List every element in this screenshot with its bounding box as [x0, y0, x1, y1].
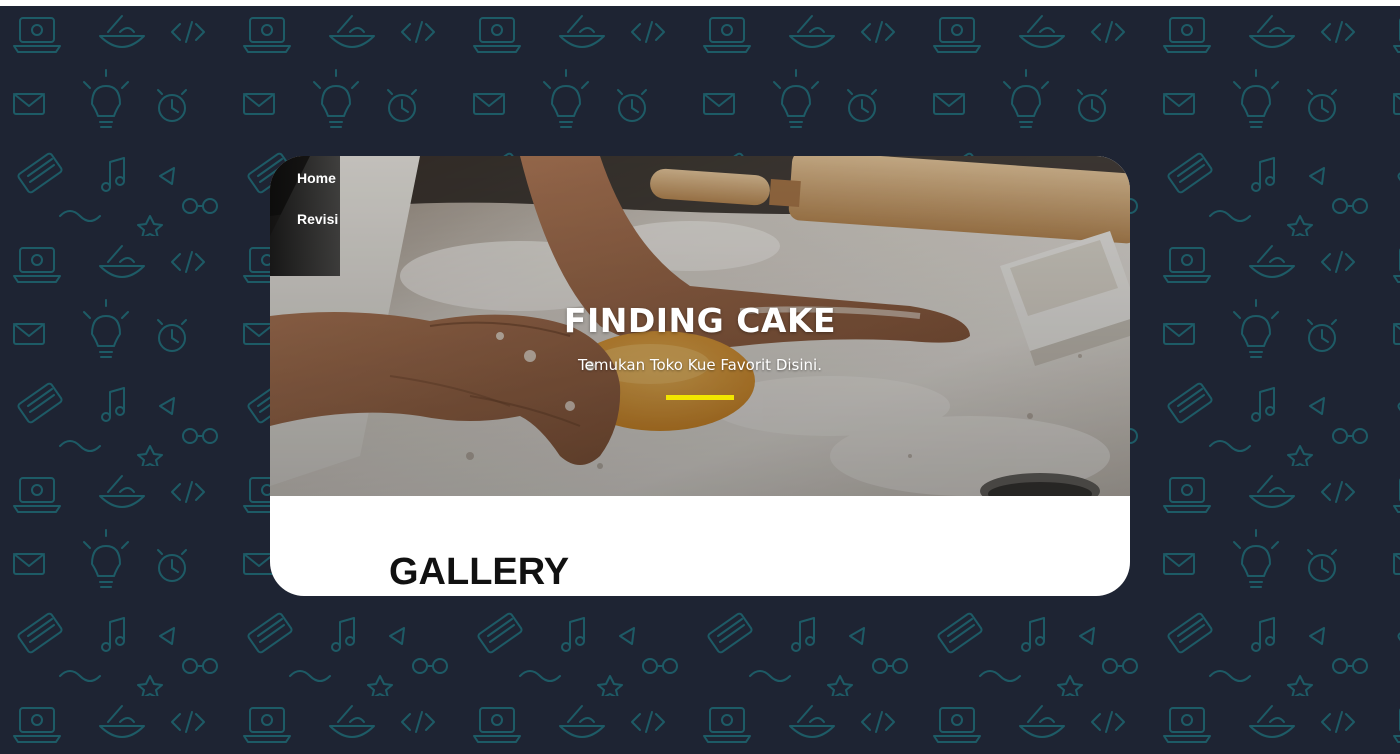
nav-link-home[interactable]: Home: [297, 170, 336, 186]
hero-accent-underline: [666, 395, 734, 400]
hero-title: FINDING CAKE: [563, 301, 837, 340]
nav-menu: Home Revisi: [270, 156, 340, 276]
main-card: Home Revisi FINDING CAKE Temukan Toko Ku…: [270, 156, 1130, 596]
gallery-heading: GALLERY: [389, 551, 570, 593]
page: Home Revisi FINDING CAKE Temukan Toko Ku…: [0, 0, 1400, 754]
hero-subtitle: Temukan Toko Kue Favorit Disini.: [578, 356, 822, 374]
nav-link-revisi[interactable]: Revisi: [297, 211, 338, 227]
hero-banner: Home Revisi FINDING CAKE Temukan Toko Ku…: [270, 156, 1130, 496]
